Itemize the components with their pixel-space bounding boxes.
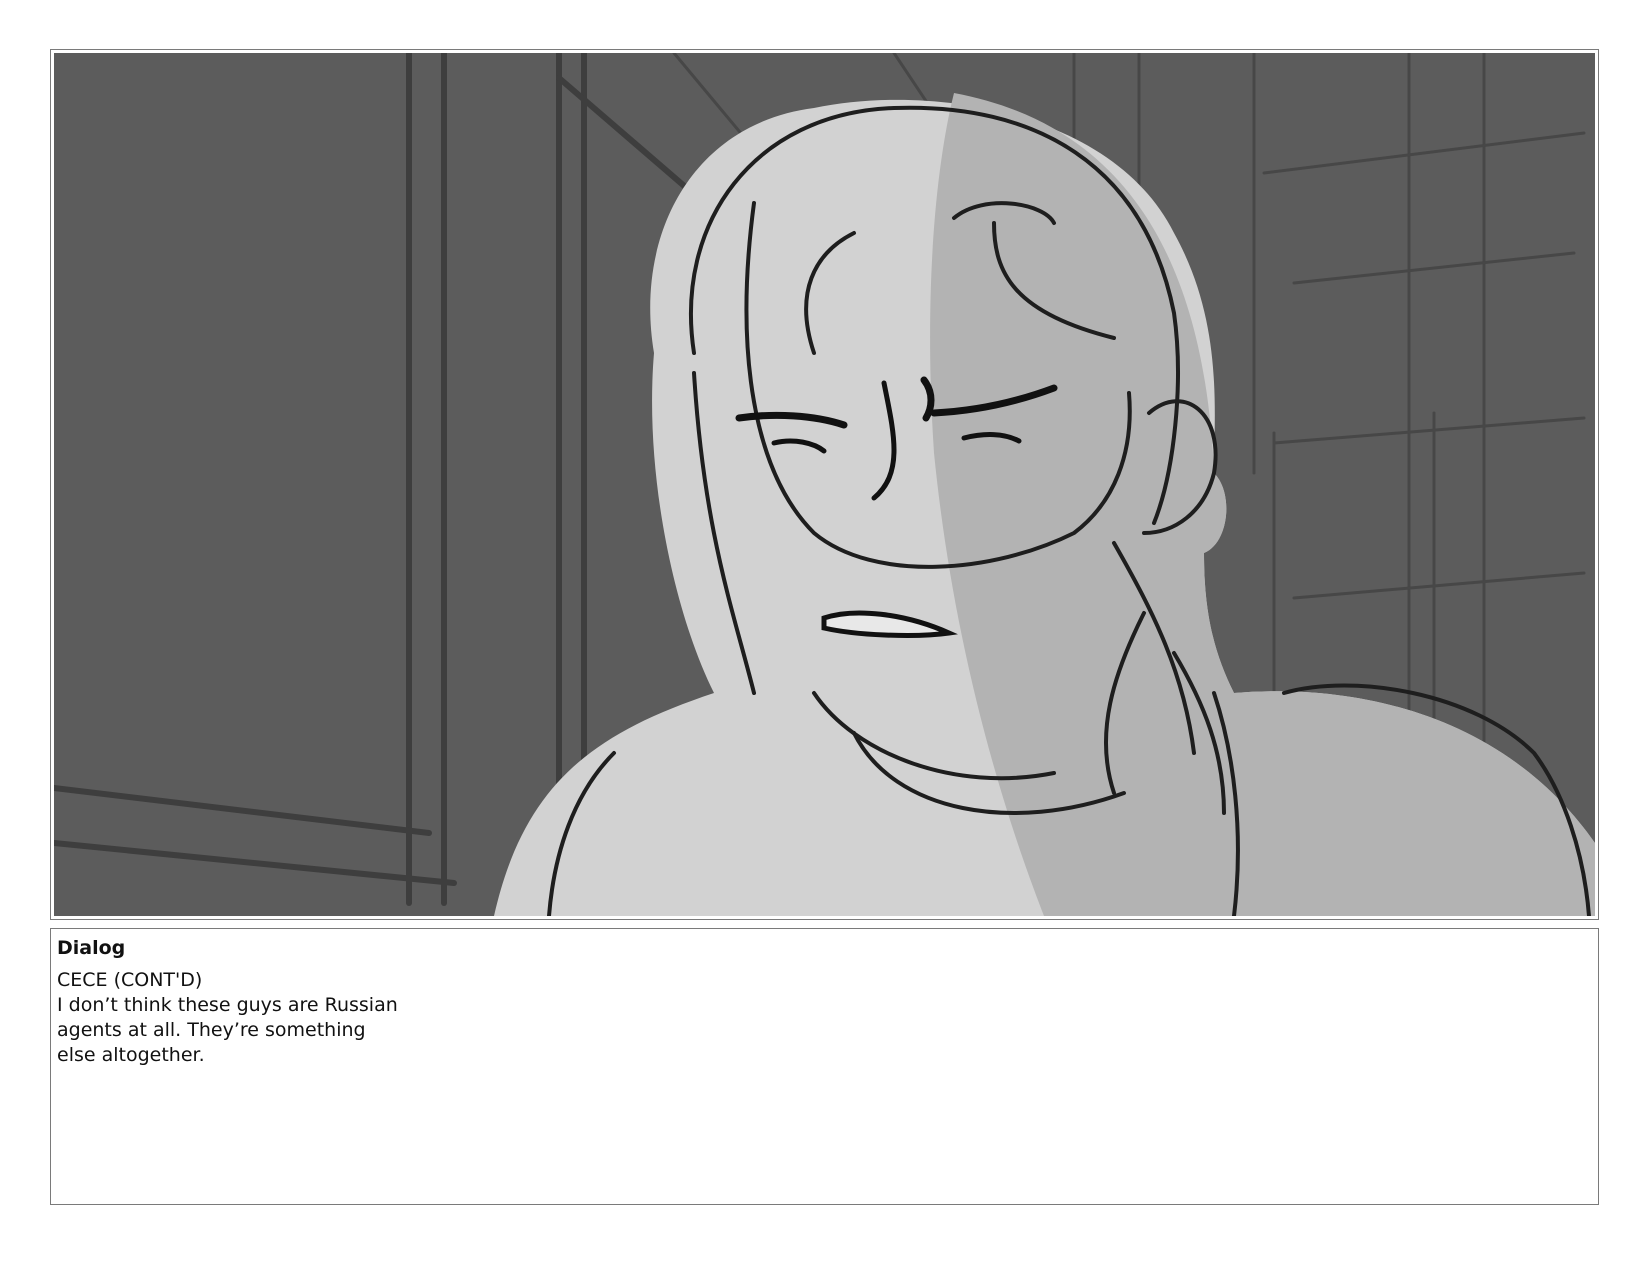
dialog-heading: Dialog — [57, 937, 126, 959]
storyboard-sketch-image — [54, 53, 1595, 916]
dialog-line: CECE (CONT'D) — [57, 969, 203, 991]
dialog-line: I don’t think these guys are Russian — [57, 994, 398, 1016]
storyboard-panel-frame — [50, 49, 1599, 920]
dialog-text: CECE (CONT'D) I don’t think these guys a… — [57, 968, 398, 1068]
dialog-line: else altogether. — [57, 1044, 205, 1066]
dialog-box: Dialog CECE (CONT'D) I don’t think these… — [50, 928, 1599, 1205]
dialog-line: agents at all. They’re something — [57, 1019, 366, 1041]
